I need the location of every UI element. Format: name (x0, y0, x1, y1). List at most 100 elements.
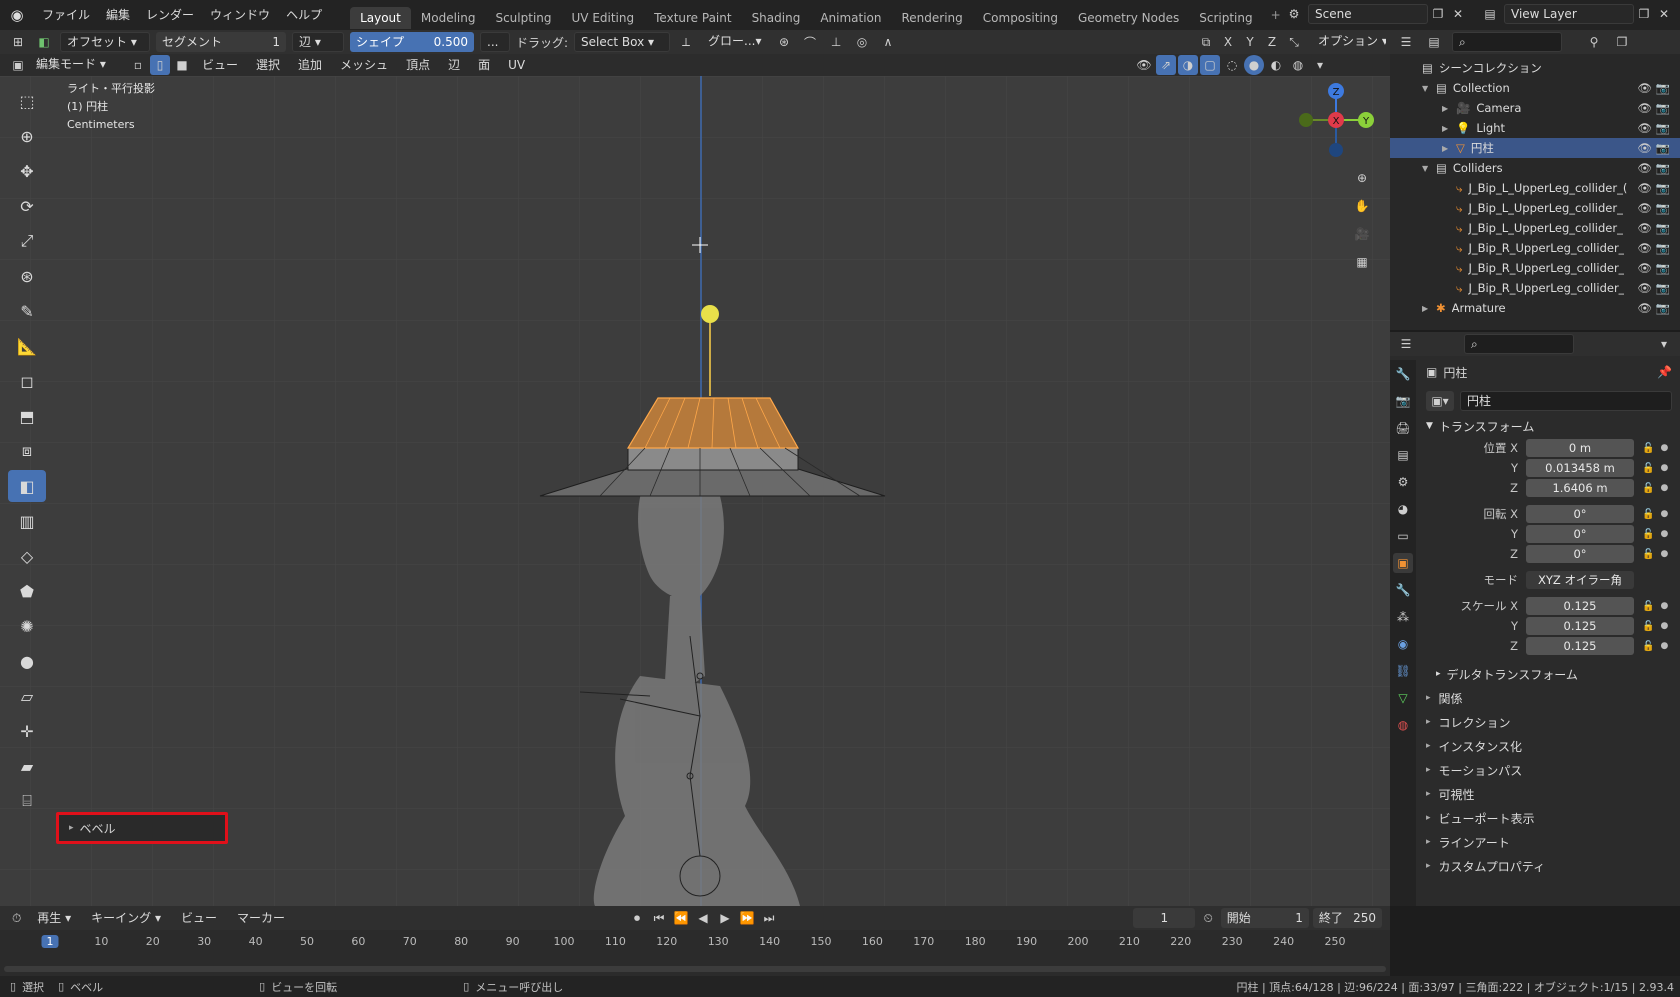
visibility-icon[interactable]: 👁 (1134, 55, 1154, 75)
mirror-z-toggle[interactable]: Z (1262, 32, 1282, 52)
output-tab-icon[interactable]: 🖨 (1393, 418, 1413, 438)
scene-icon[interactable]: ⚙ (1284, 4, 1304, 24)
options-dropdown[interactable]: オプション ▾ (1312, 32, 1386, 52)
menu-keying[interactable]: キーイング ▾ (83, 906, 169, 930)
play-reverse-icon[interactable]: ◀ (693, 908, 713, 928)
outliner-root[interactable]: ▤ シーンコレクション (1390, 58, 1680, 78)
menu-playback[interactable]: 再生 ▾ (29, 906, 79, 930)
lock-icon[interactable]: 🔓 (1642, 509, 1654, 520)
move-tool-icon[interactable]: ✥ (8, 155, 46, 187)
lock-icon[interactable]: 🔓 (1642, 641, 1654, 652)
scale-x-field[interactable]: 0.125 (1526, 597, 1634, 615)
tab-sculpting[interactable]: Sculpting (485, 7, 561, 29)
falloff-icon[interactable]: ∧ (878, 32, 898, 52)
tab-rendering[interactable]: Rendering (892, 7, 973, 29)
last-operator-panel[interactable]: ▸ ベベル (56, 812, 228, 844)
object-tab-icon[interactable]: ▣ (1393, 553, 1413, 573)
outliner-item[interactable]: ⤷ J_Bip_R_UpperLeg_collider_ 👁 📷 (1390, 278, 1680, 298)
zoom-icon[interactable]: ⊕ (1352, 168, 1372, 188)
tab-layout[interactable]: Layout (350, 7, 411, 29)
drag-dropdown[interactable]: Select Box ▾ (574, 32, 671, 52)
rotate-tool-icon[interactable]: ⟳ (8, 190, 46, 222)
knife-tool-icon[interactable]: ◇ (8, 540, 46, 572)
jump-start-icon[interactable]: ⏮ (649, 908, 669, 928)
lock-icon[interactable]: 🔓 (1642, 601, 1654, 612)
menu-edge[interactable]: 辺 (440, 54, 468, 76)
render-camera-icon[interactable]: 📷 (1656, 201, 1670, 215)
timeline-scrollbar[interactable] (4, 966, 1386, 972)
outliner-item[interactable]: ⤷ J_Bip_L_UpperLeg_collider_ 👁 📷 (1390, 198, 1680, 218)
rotation-x-field[interactable]: 0° (1526, 505, 1634, 523)
chevron-down-icon[interactable]: ▾ (1654, 334, 1674, 354)
blender-logo-icon[interactable]: ◉ (0, 0, 34, 30)
menu-vertex[interactable]: 頂点 (398, 54, 438, 76)
current-frame-field[interactable]: 1 (1133, 908, 1196, 928)
wireframe-shading-icon[interactable]: ◌ (1222, 55, 1242, 75)
scale-tool-icon[interactable]: ⤢ (8, 225, 46, 257)
vertex-select-icon[interactable]: ▫ (128, 55, 148, 75)
collection-tab-icon[interactable]: ▭ (1393, 526, 1413, 546)
expand-toggle-icon[interactable]: ▶ (1442, 104, 1456, 113)
shrink-fatten-tool-icon[interactable]: ✛ (8, 715, 46, 747)
constraints-tab-icon[interactable]: ⛓ (1393, 661, 1413, 681)
tab-animation[interactable]: Animation (810, 7, 891, 29)
overlay-icon[interactable]: ◑ (1178, 55, 1198, 75)
physics-tab-icon[interactable]: ◉ (1393, 634, 1413, 654)
render-camera-icon[interactable]: 📷 (1656, 221, 1670, 235)
segments-field[interactable]: セグメント 1 (156, 32, 286, 52)
location-x-field[interactable]: 0 m (1526, 439, 1634, 457)
outliner-item[interactable]: ⤷ J_Bip_L_UpperLeg_collider_ 👁 📷 (1390, 218, 1680, 238)
spin-tool-icon[interactable]: ✺ (8, 610, 46, 642)
scene-tab-icon[interactable]: ⚙ (1393, 472, 1413, 492)
modifier-tab-icon[interactable]: 🔧 (1393, 580, 1413, 600)
more-dropdown[interactable]: ... (480, 32, 510, 52)
tab-shading[interactable]: Shading (742, 7, 811, 29)
frame-end-field[interactable]: 終了 250 (1312, 908, 1382, 928)
scene-field[interactable]: Scene (1308, 4, 1428, 24)
light-object[interactable] (701, 305, 719, 323)
property-section-header[interactable]: ▸ コレクション (1426, 710, 1672, 734)
frame-ruler[interactable]: 1 10 20 30 40 50 60 70 80 90 100 110 120 130 140 150 160… (0, 932, 1390, 954)
jump-end-icon[interactable]: ⏭ (759, 908, 779, 928)
render-tab-icon[interactable]: 📷 (1393, 391, 1413, 411)
cursor-tool-icon[interactable]: ⊕ (8, 120, 46, 152)
menu-add[interactable]: 追加 (290, 54, 330, 76)
eye-icon[interactable]: 👁 (1637, 81, 1652, 95)
expand-toggle-icon[interactable]: ▼ (1422, 84, 1436, 93)
render-camera-icon[interactable]: 📷 (1656, 181, 1670, 195)
property-section-header[interactable]: ▸ 可視性 (1426, 782, 1672, 806)
select-box-tool-icon[interactable]: ⬚ (8, 85, 46, 117)
expand-toggle-icon[interactable]: ▶ (1422, 304, 1436, 313)
tab-uv-editing[interactable]: UV Editing (562, 7, 645, 29)
expand-toggle-icon[interactable]: ▼ (1422, 164, 1436, 173)
object-browse-icon[interactable]: ▣▾ (1426, 391, 1454, 411)
scale-y-field[interactable]: 0.125 (1526, 617, 1634, 635)
delta-transform-section[interactable]: ▸ デルタトランスフォーム (1426, 662, 1672, 686)
tab-modeling[interactable]: Modeling (411, 7, 486, 29)
eye-icon[interactable]: 👁 (1637, 301, 1652, 315)
rip-tool-icon[interactable]: ⌸ (8, 785, 46, 817)
properties-search-input[interactable]: ⌕ (1464, 334, 1574, 354)
pan-hand-icon[interactable]: ✋ (1352, 196, 1372, 216)
menu-timeline-view[interactable]: ビュー (173, 906, 225, 930)
view-layer-field[interactable]: View Layer (1504, 4, 1634, 24)
outliner-item[interactable]: ⤷ J_Bip_R_UpperLeg_collider_ 👁 📷 (1390, 258, 1680, 278)
outliner-item[interactable]: ⤷ J_Bip_L_UpperLeg_collider_(👁 📷 (1390, 178, 1680, 198)
menu-uv[interactable]: UV (500, 54, 533, 76)
outliner-item[interactable]: ▶ ✱ Armature 👁 📷 (1390, 298, 1680, 318)
eye-icon[interactable]: 👁 (1637, 281, 1652, 295)
particles-tab-icon[interactable]: ⁂ (1393, 607, 1413, 627)
expand-toggle-icon[interactable]: ▶ (1442, 124, 1456, 133)
xray-icon[interactable]: ▢ (1200, 55, 1220, 75)
keyframe-dot-icon[interactable]: ● (1660, 463, 1668, 473)
transform-tool-icon[interactable]: ⊛ (8, 260, 46, 292)
menu-view[interactable]: ビュー (194, 54, 246, 76)
close-icon[interactable]: ✕ (1448, 4, 1468, 24)
world-tab-icon[interactable]: ◕ (1393, 499, 1413, 519)
shape-slider[interactable]: シェイプ 0.500 (350, 32, 474, 52)
snap-target-icon[interactable]: ⊥ (826, 32, 846, 52)
render-camera-icon[interactable]: 📷 (1656, 241, 1670, 255)
menu-file[interactable]: ファイル (34, 0, 98, 30)
keyframe-dot-icon[interactable]: ● (1660, 529, 1668, 539)
editor-type-icon[interactable]: ☰ (1396, 32, 1416, 52)
